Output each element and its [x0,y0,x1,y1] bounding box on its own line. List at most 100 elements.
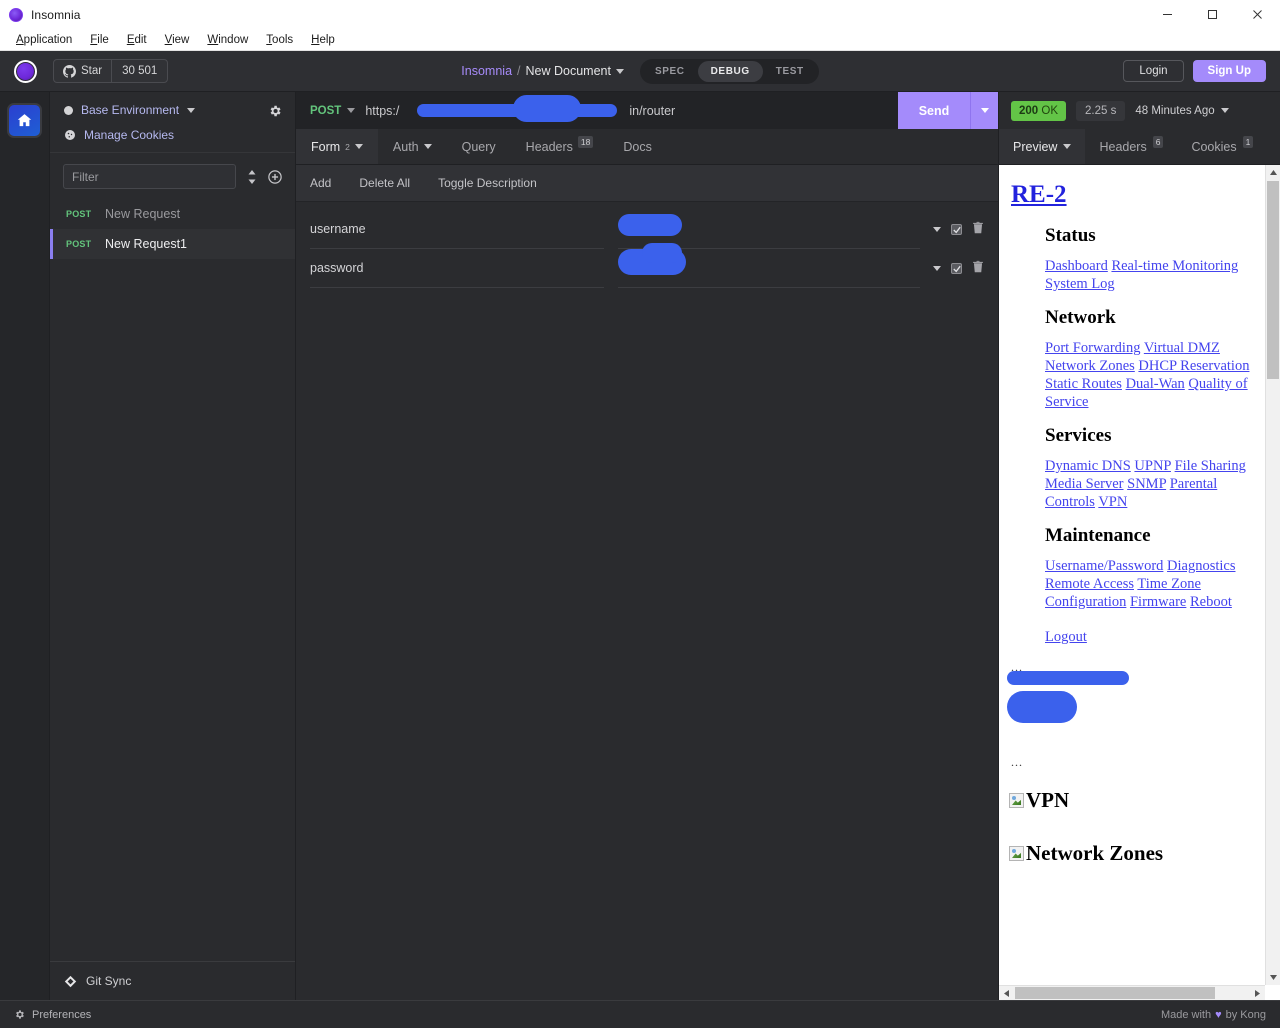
tab-query[interactable]: Query [447,129,511,164]
link-logout[interactable]: Logout [1045,629,1087,645]
preview-horizontal-scrollbar[interactable] [999,985,1265,1000]
github-icon [63,64,76,78]
delete-row-button[interactable] [972,260,984,278]
manage-cookies-button[interactable]: Manage Cookies [64,128,281,142]
url-prefix: https:/ [365,103,400,118]
sort-button[interactable] [245,169,259,185]
menu-item-tools[interactable]: Tools [257,31,302,49]
github-star-widget[interactable]: Star 30 501 [53,59,169,83]
add-button[interactable]: Add [310,176,331,190]
link-reboot[interactable]: Reboot [1190,594,1232,610]
preview-vertical-scrollbar[interactable] [1265,165,1280,985]
row-actions [933,221,984,239]
tab-test[interactable]: TEST [763,61,817,82]
chevron-down-icon[interactable] [354,144,363,149]
scrollbar-thumb[interactable] [1015,987,1215,999]
search-input[interactable] [63,164,236,189]
link-network-zones[interactable]: Network Zones [1045,358,1135,374]
environment-selector[interactable]: Base Environment [64,103,281,117]
link-diagnostics[interactable]: Diagnostics [1167,558,1235,574]
form-key-input[interactable]: password [310,249,604,288]
chevron-down-icon[interactable] [423,144,432,149]
link-username-password[interactable]: Username/Password [1045,558,1163,574]
chevron-down-icon[interactable] [933,227,941,232]
link-time-zone[interactable]: Time Zone [1137,576,1201,592]
scroll-left-arrow-icon[interactable] [999,986,1014,1000]
link-system-log[interactable]: System Log [1045,276,1115,292]
menu-item-edit[interactable]: Edit [118,31,156,49]
git-sync-button[interactable]: Git Sync [50,961,295,1000]
send-button[interactable]: Send [898,92,970,129]
tab-response-headers[interactable]: Headers 6 [1085,129,1177,164]
link-dual-wan[interactable]: Dual-Wan [1126,376,1185,392]
page-title[interactable]: RE-2 [1011,181,1265,209]
list-item[interactable]: POST New Request1 [50,229,295,259]
environment-name: Base Environment [81,103,180,117]
minimize-button[interactable] [1145,0,1190,29]
signup-button[interactable]: Sign Up [1192,60,1266,82]
maximize-button[interactable] [1190,0,1235,29]
broken-image-alt: VPN [1026,788,1070,812]
menu-item-file[interactable]: File [81,31,118,49]
tab-spec[interactable]: SPEC [642,61,698,82]
link-firmware[interactable]: Firmware [1130,594,1186,610]
link-media-server[interactable]: Media Server [1045,476,1124,492]
delete-row-button[interactable] [972,221,984,239]
row-enabled-checkbox[interactable] [951,263,962,274]
chevron-down-icon[interactable] [615,68,624,74]
link-static-routes[interactable]: Static Routes [1045,376,1122,392]
link-virtual-dmz[interactable]: Virtual DMZ [1144,340,1220,356]
breadcrumb[interactable]: Insomnia / New Document [461,64,624,78]
section-heading: Status [1045,225,1096,246]
tab-docs[interactable]: Docs [608,129,666,164]
add-request-button[interactable] [268,169,282,185]
tab-debug[interactable]: DEBUG [697,60,763,82]
tab-form[interactable]: Form 2 [296,129,378,164]
chevron-down-icon[interactable] [933,266,941,271]
link-remote-access[interactable]: Remote Access [1045,576,1134,592]
link-vpn[interactable]: VPN [1098,494,1127,510]
link-dashboard[interactable]: Dashboard [1045,258,1108,274]
list-item[interactable]: POST New Request [50,199,295,229]
link-configuration[interactable]: Configuration [1045,594,1126,610]
home-button[interactable] [7,103,42,138]
link-port-forwarding[interactable]: Port Forwarding [1045,340,1140,356]
link-snmp[interactable]: SNMP [1127,476,1166,492]
scroll-right-arrow-icon[interactable] [1250,986,1265,1000]
row-enabled-checkbox[interactable] [951,224,962,235]
github-star-button[interactable]: Star [54,60,111,82]
environment-settings-button[interactable] [268,104,282,123]
scrollbar-thumb[interactable] [1267,181,1279,379]
link-real-time-monitoring[interactable]: Real-time Monitoring [1111,258,1238,274]
form-key-input[interactable]: username [310,210,604,249]
scroll-up-arrow-icon[interactable] [1266,165,1280,180]
link-dhcp-reservation[interactable]: DHCP Reservation [1138,358,1249,374]
link-dynamic-dns[interactable]: Dynamic DNS [1045,458,1131,474]
menu-item-application[interactable]: Application [7,31,81,49]
status-badge[interactable]: 200 OK [1011,100,1067,121]
chevron-down-icon[interactable] [1220,108,1229,113]
method-selector[interactable]: POST [296,92,365,129]
link-upnp[interactable]: UPNP [1134,458,1171,474]
login-button[interactable]: Login [1123,60,1184,82]
toggle-description-button[interactable]: Toggle Description [438,176,537,190]
tab-response-cookies[interactable]: Cookies 1 [1177,129,1267,164]
link-file-sharing[interactable]: File Sharing [1175,458,1246,474]
response-age-selector[interactable]: 48 Minutes Ago [1135,105,1229,117]
menu-item-help[interactable]: Help [302,31,344,49]
tab-preview[interactable]: Preview [999,129,1086,164]
menu-item-window[interactable]: Window [198,31,257,49]
send-options-button[interactable] [970,92,998,129]
tab-auth[interactable]: Auth [378,129,447,164]
url-input[interactable]: https:/ in/router [365,92,898,129]
chevron-down-icon[interactable] [347,108,356,113]
delete-all-button[interactable]: Delete All [359,176,410,190]
scroll-down-arrow-icon[interactable] [1266,970,1280,985]
chevron-down-icon[interactable] [187,107,196,113]
tab-headers[interactable]: Headers 18 [511,129,609,164]
chevron-down-icon[interactable] [1063,144,1072,149]
close-button[interactable] [1235,0,1280,29]
preferences-button[interactable]: Preferences [14,1009,91,1021]
form-value-input[interactable] [618,243,920,288]
menu-item-view[interactable]: View [156,31,199,49]
